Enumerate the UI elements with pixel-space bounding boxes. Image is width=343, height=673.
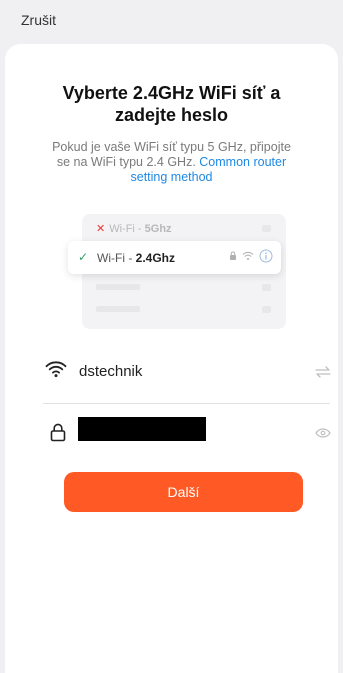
password-value-redacted — [78, 417, 206, 441]
network-5ghz-band: 5Ghz — [144, 223, 172, 235]
network-5ghz-row: ✕ Wi-Fi - 5Ghz — [96, 222, 172, 235]
eye-icon[interactable] — [315, 428, 331, 438]
lock-icon — [50, 423, 66, 442]
network-24ghz-band: 2.4Ghz — [135, 251, 176, 265]
placeholder-mark — [262, 284, 271, 291]
switch-network-icon[interactable] — [315, 366, 331, 378]
placeholder-bar — [96, 306, 140, 312]
cancel-button[interactable]: Zrušit — [21, 12, 56, 28]
network-24ghz-prefix: Wi-Fi - — [97, 251, 136, 265]
small-wifi-icon — [242, 251, 254, 260]
network-24ghz-row: ✓ Wi-Fi - 2.4Ghz — [68, 241, 281, 274]
placeholder-mark — [262, 306, 271, 313]
network-24ghz-label: Wi-Fi - 2.4Ghz — [97, 251, 175, 265]
top-bar: Zrušit — [0, 0, 343, 40]
cross-icon: ✕ — [96, 223, 106, 235]
field-divider — [43, 403, 330, 404]
setup-card: Vyberte 2.4GHz WiFi síť a zadejte heslo … — [5, 44, 338, 673]
check-icon: ✓ — [78, 250, 89, 264]
small-lock-icon — [230, 251, 236, 260]
instruction-text: Pokud je vaše WiFi síť typu 5 GHz, připo… — [5, 140, 338, 185]
info-icon — [259, 249, 273, 263]
network-5ghz-prefix: Wi-Fi - — [109, 223, 145, 235]
ssid-value: dstechnik — [79, 363, 143, 380]
page-title: Vyberte 2.4GHz WiFi síť a zadejte heslo — [62, 83, 281, 125]
placeholder-bar — [96, 284, 140, 290]
password-field[interactable] — [43, 414, 331, 454]
next-button[interactable]: Další — [64, 472, 303, 512]
wifi-icon — [45, 361, 67, 378]
placeholder-mark — [262, 225, 271, 232]
ssid-field[interactable]: dstechnik — [43, 352, 331, 392]
